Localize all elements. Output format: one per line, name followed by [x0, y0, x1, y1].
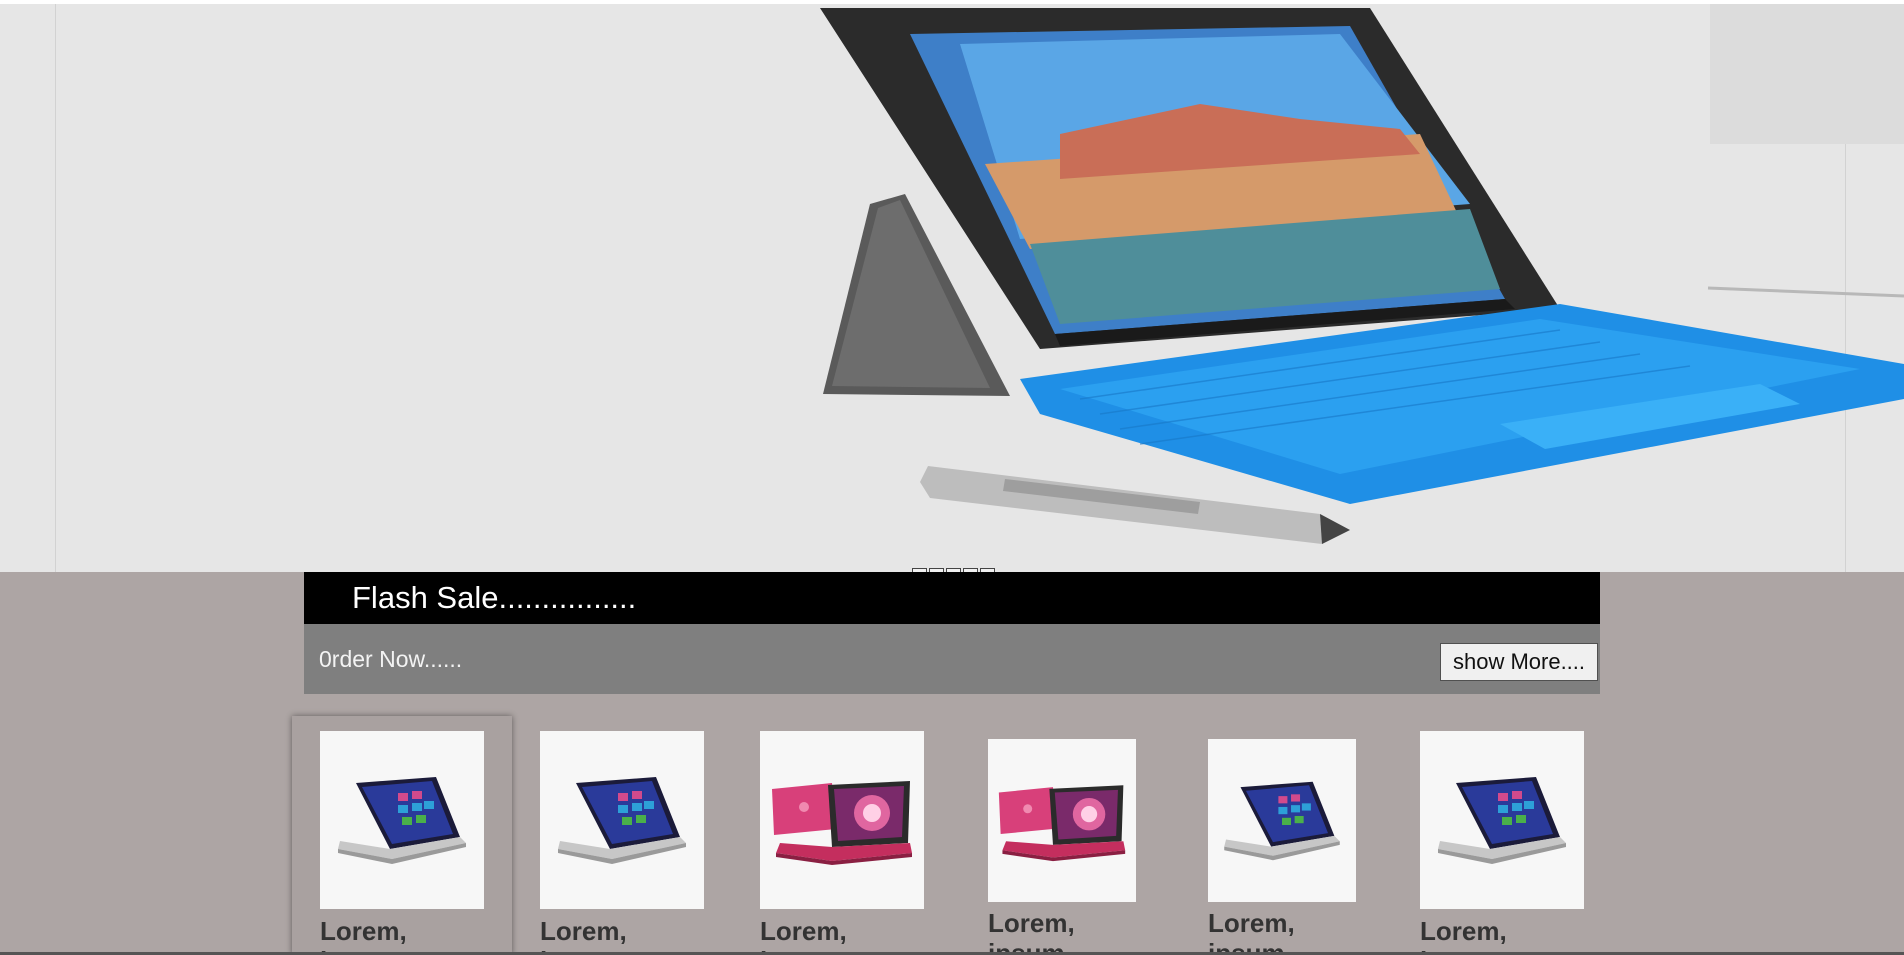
product-card-1[interactable]: Lorem, ipsum	[292, 716, 512, 955]
flash-sale-title: Flash Sale................	[352, 580, 637, 615]
product-name[interactable]: Lorem, ipsum	[540, 916, 690, 955]
flash-sale-header: Flash Sale................	[304, 572, 1600, 624]
product-name[interactable]: Lorem, ipsum	[988, 908, 1138, 955]
product-image-laptop	[320, 731, 484, 909]
product-image-laptop	[760, 731, 924, 909]
product-image-laptop	[988, 739, 1136, 902]
order-bar: 0rder Now...... show More....	[304, 624, 1600, 694]
product-image-laptop	[1208, 739, 1356, 902]
hero-carousel[interactable]	[0, 4, 1904, 576]
flash-sale-section: Flash Sale................ 0rder Now....…	[0, 572, 1904, 955]
order-now-text: 0rder Now......	[319, 646, 463, 672]
show-more-button[interactable]: show More....	[1440, 643, 1598, 681]
hero-image	[820, 4, 1904, 544]
product-name[interactable]: Lorem, ipsum	[1420, 916, 1570, 955]
product-card-4[interactable]: Lorem, ipsum	[988, 739, 1138, 955]
page: Flash Sale................ 0rder Now....…	[0, 0, 1904, 955]
product-name[interactable]: Lorem, ipsum	[760, 916, 910, 955]
product-card-6[interactable]: Lorem, ipsum	[1420, 731, 1586, 955]
product-image-laptop	[540, 731, 704, 909]
product-card-5[interactable]: Lorem, ipsum	[1208, 739, 1358, 955]
product-name[interactable]: Lorem, ipsum	[1208, 908, 1358, 955]
product-name[interactable]: Lorem, ipsum	[320, 916, 470, 955]
product-card-2[interactable]: Lorem, ipsum	[540, 731, 706, 955]
product-card-3[interactable]: Lorem, ipsum	[760, 731, 926, 955]
product-image-laptop	[1420, 731, 1584, 909]
